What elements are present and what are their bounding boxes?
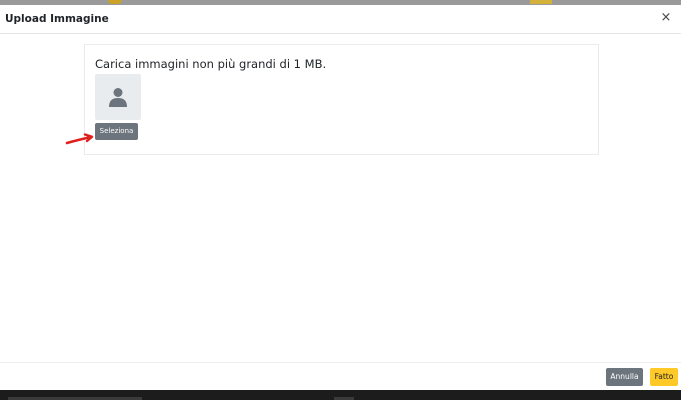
background-element <box>108 0 122 4</box>
modal-header: Upload Immagine × <box>0 5 681 34</box>
upload-instruction: Carica immagini non più grandi di 1 MB. <box>95 57 327 71</box>
close-icon[interactable]: × <box>659 11 673 25</box>
background-element <box>530 0 552 4</box>
red-arrow-annotation <box>65 133 94 145</box>
avatar-preview <box>95 74 141 120</box>
select-image-button[interactable]: Seleziona <box>95 123 138 140</box>
done-button[interactable]: Fatto <box>650 368 678 386</box>
cancel-button[interactable]: Annulla <box>606 368 643 386</box>
modal-footer: Annulla Fatto <box>0 362 681 390</box>
modal-title: Upload Immagine <box>5 13 109 25</box>
os-taskbar <box>0 390 681 400</box>
user-placeholder-icon <box>109 88 127 107</box>
upload-card: Carica immagini non più grandi di 1 MB. … <box>84 44 599 155</box>
